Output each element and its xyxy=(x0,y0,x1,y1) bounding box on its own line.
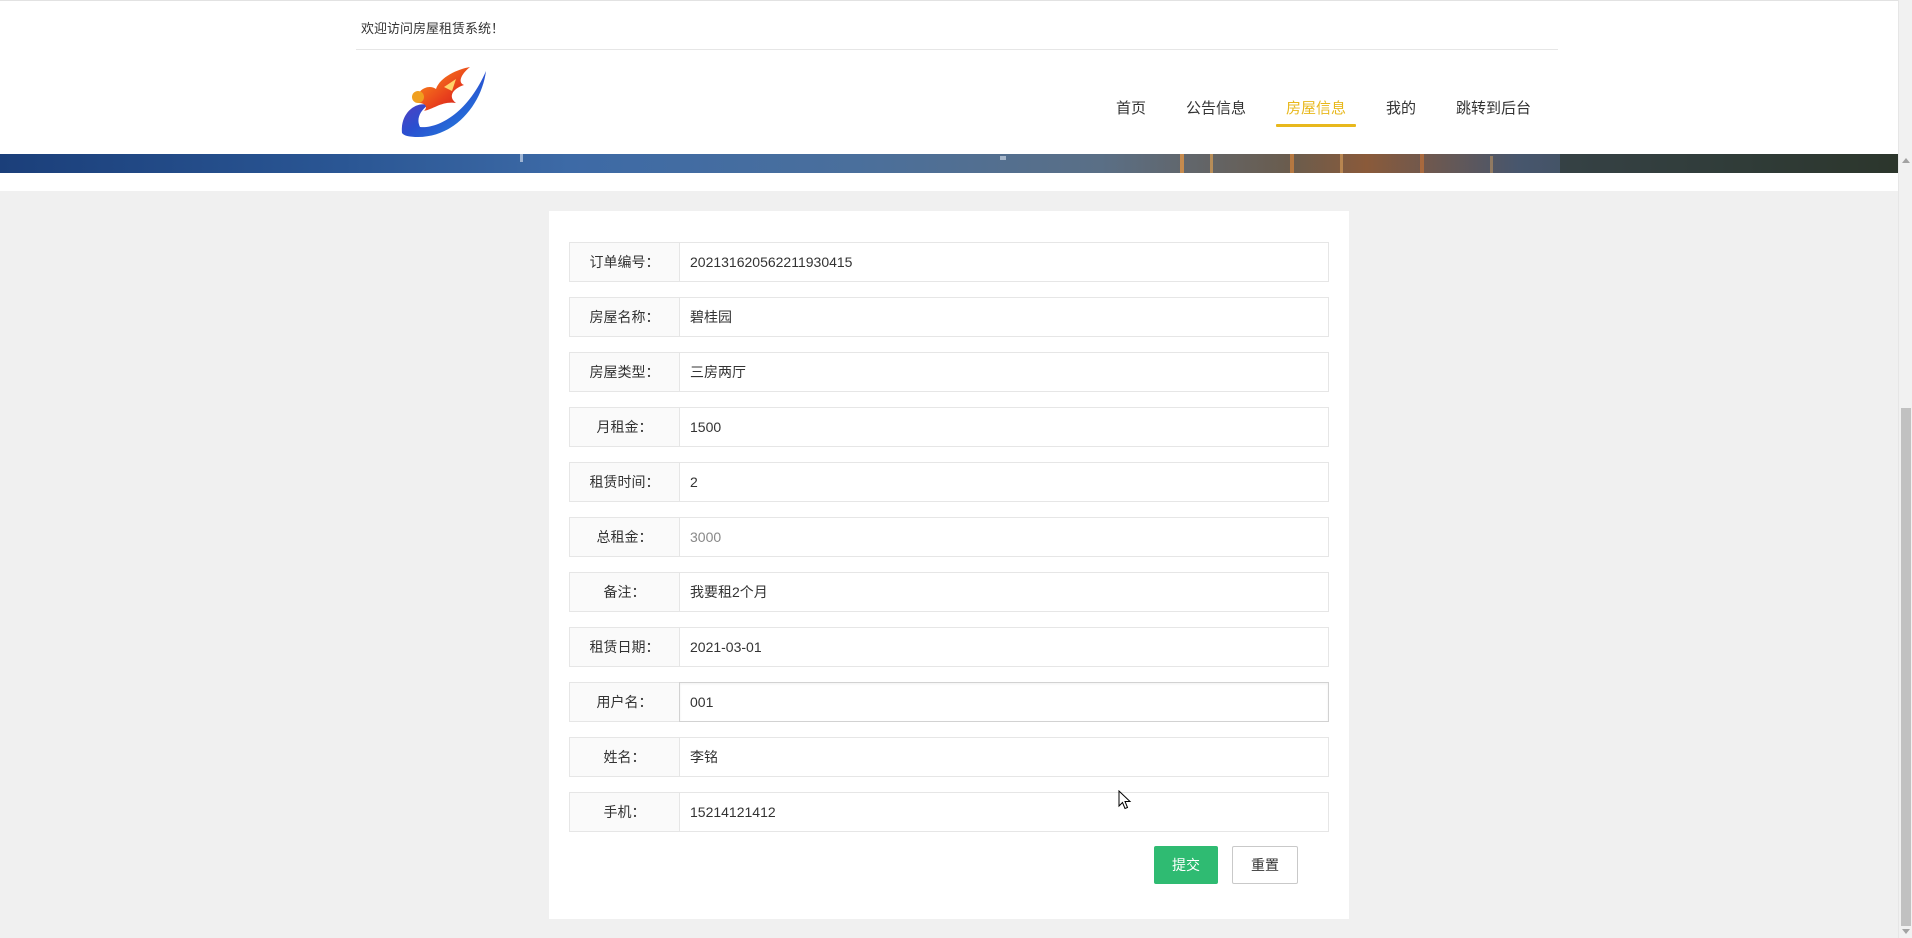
house-type-input[interactable] xyxy=(679,352,1329,392)
form-row-monthly-rent: 月租金： xyxy=(569,407,1329,447)
banner-image xyxy=(0,154,1898,173)
form-row-name: 姓名： xyxy=(569,737,1329,777)
banner-bottom-strip xyxy=(0,173,1898,191)
form-label: 订单编号： xyxy=(569,242,679,282)
form-row-house-type: 房屋类型： xyxy=(569,352,1329,392)
form-row-total-rent: 总租金： xyxy=(569,517,1329,557)
username-input[interactable] xyxy=(679,682,1329,722)
form-row-house-name: 房屋名称： xyxy=(569,297,1329,337)
nav-active-underline xyxy=(1276,124,1356,127)
form-row-phone: 手机： xyxy=(569,792,1329,832)
nav-item-mine[interactable]: 我的 xyxy=(1386,97,1416,118)
page: 欢迎访问房屋租赁系统！ 首页 公告信息 房屋信息 我的 跳转到后台 订单编号： … xyxy=(0,0,1898,938)
welcome-text: 欢迎访问房屋租赁系统！ xyxy=(361,21,505,36)
phone-input[interactable] xyxy=(679,792,1329,832)
order-form-card: 订单编号： 房屋名称： 房屋类型： 月租金： 租赁时间： 总租金： 备注： 租 xyxy=(549,211,1349,919)
order-no-input[interactable] xyxy=(679,242,1329,282)
form-row-username: 用户名： xyxy=(569,682,1329,722)
form-row-order-no: 订单编号： xyxy=(569,242,1329,282)
form-label: 用户名： xyxy=(569,682,679,722)
form-row-remark: 备注： xyxy=(569,572,1329,612)
site-header: 欢迎访问房屋租赁系统！ 首页 公告信息 房屋信息 我的 跳转到后台 xyxy=(0,0,1898,154)
nav-item-house-info[interactable]: 房屋信息 xyxy=(1286,97,1346,118)
form-label: 租赁时间： xyxy=(569,462,679,502)
remark-input[interactable] xyxy=(679,572,1329,612)
submit-button[interactable]: 提交 xyxy=(1154,846,1218,884)
form-label: 手机： xyxy=(569,792,679,832)
form-label: 房屋名称： xyxy=(569,297,679,337)
header-divider xyxy=(356,49,1558,50)
house-name-input[interactable] xyxy=(679,297,1329,337)
scroll-thumb[interactable] xyxy=(1901,408,1911,926)
reset-button[interactable]: 重置 xyxy=(1232,846,1298,884)
name-input[interactable] xyxy=(679,737,1329,777)
nav-item-backend[interactable]: 跳转到后台 xyxy=(1456,97,1531,118)
form-row-rent-date: 租赁日期： xyxy=(569,627,1329,667)
scroll-up-arrow-icon[interactable] xyxy=(1902,158,1910,163)
form-label: 备注： xyxy=(569,572,679,612)
page-scrollbar[interactable] xyxy=(1898,0,1912,938)
form-label: 月租金： xyxy=(569,407,679,447)
nav-item-announcements[interactable]: 公告信息 xyxy=(1186,97,1246,118)
total-rent-input[interactable] xyxy=(679,517,1329,557)
rent-date-input[interactable] xyxy=(679,627,1329,667)
form-label: 姓名： xyxy=(569,737,679,777)
form-row-rent-duration: 租赁时间： xyxy=(569,462,1329,502)
form-label: 租赁日期： xyxy=(569,627,679,667)
nav-item-home[interactable]: 首页 xyxy=(1116,97,1146,118)
form-label: 房屋类型： xyxy=(569,352,679,392)
site-logo-icon[interactable] xyxy=(398,63,490,139)
form-label: 总租金： xyxy=(569,517,679,557)
monthly-rent-input[interactable] xyxy=(679,407,1329,447)
rent-duration-input[interactable] xyxy=(679,462,1329,502)
scroll-down-arrow-icon[interactable] xyxy=(1902,929,1910,934)
